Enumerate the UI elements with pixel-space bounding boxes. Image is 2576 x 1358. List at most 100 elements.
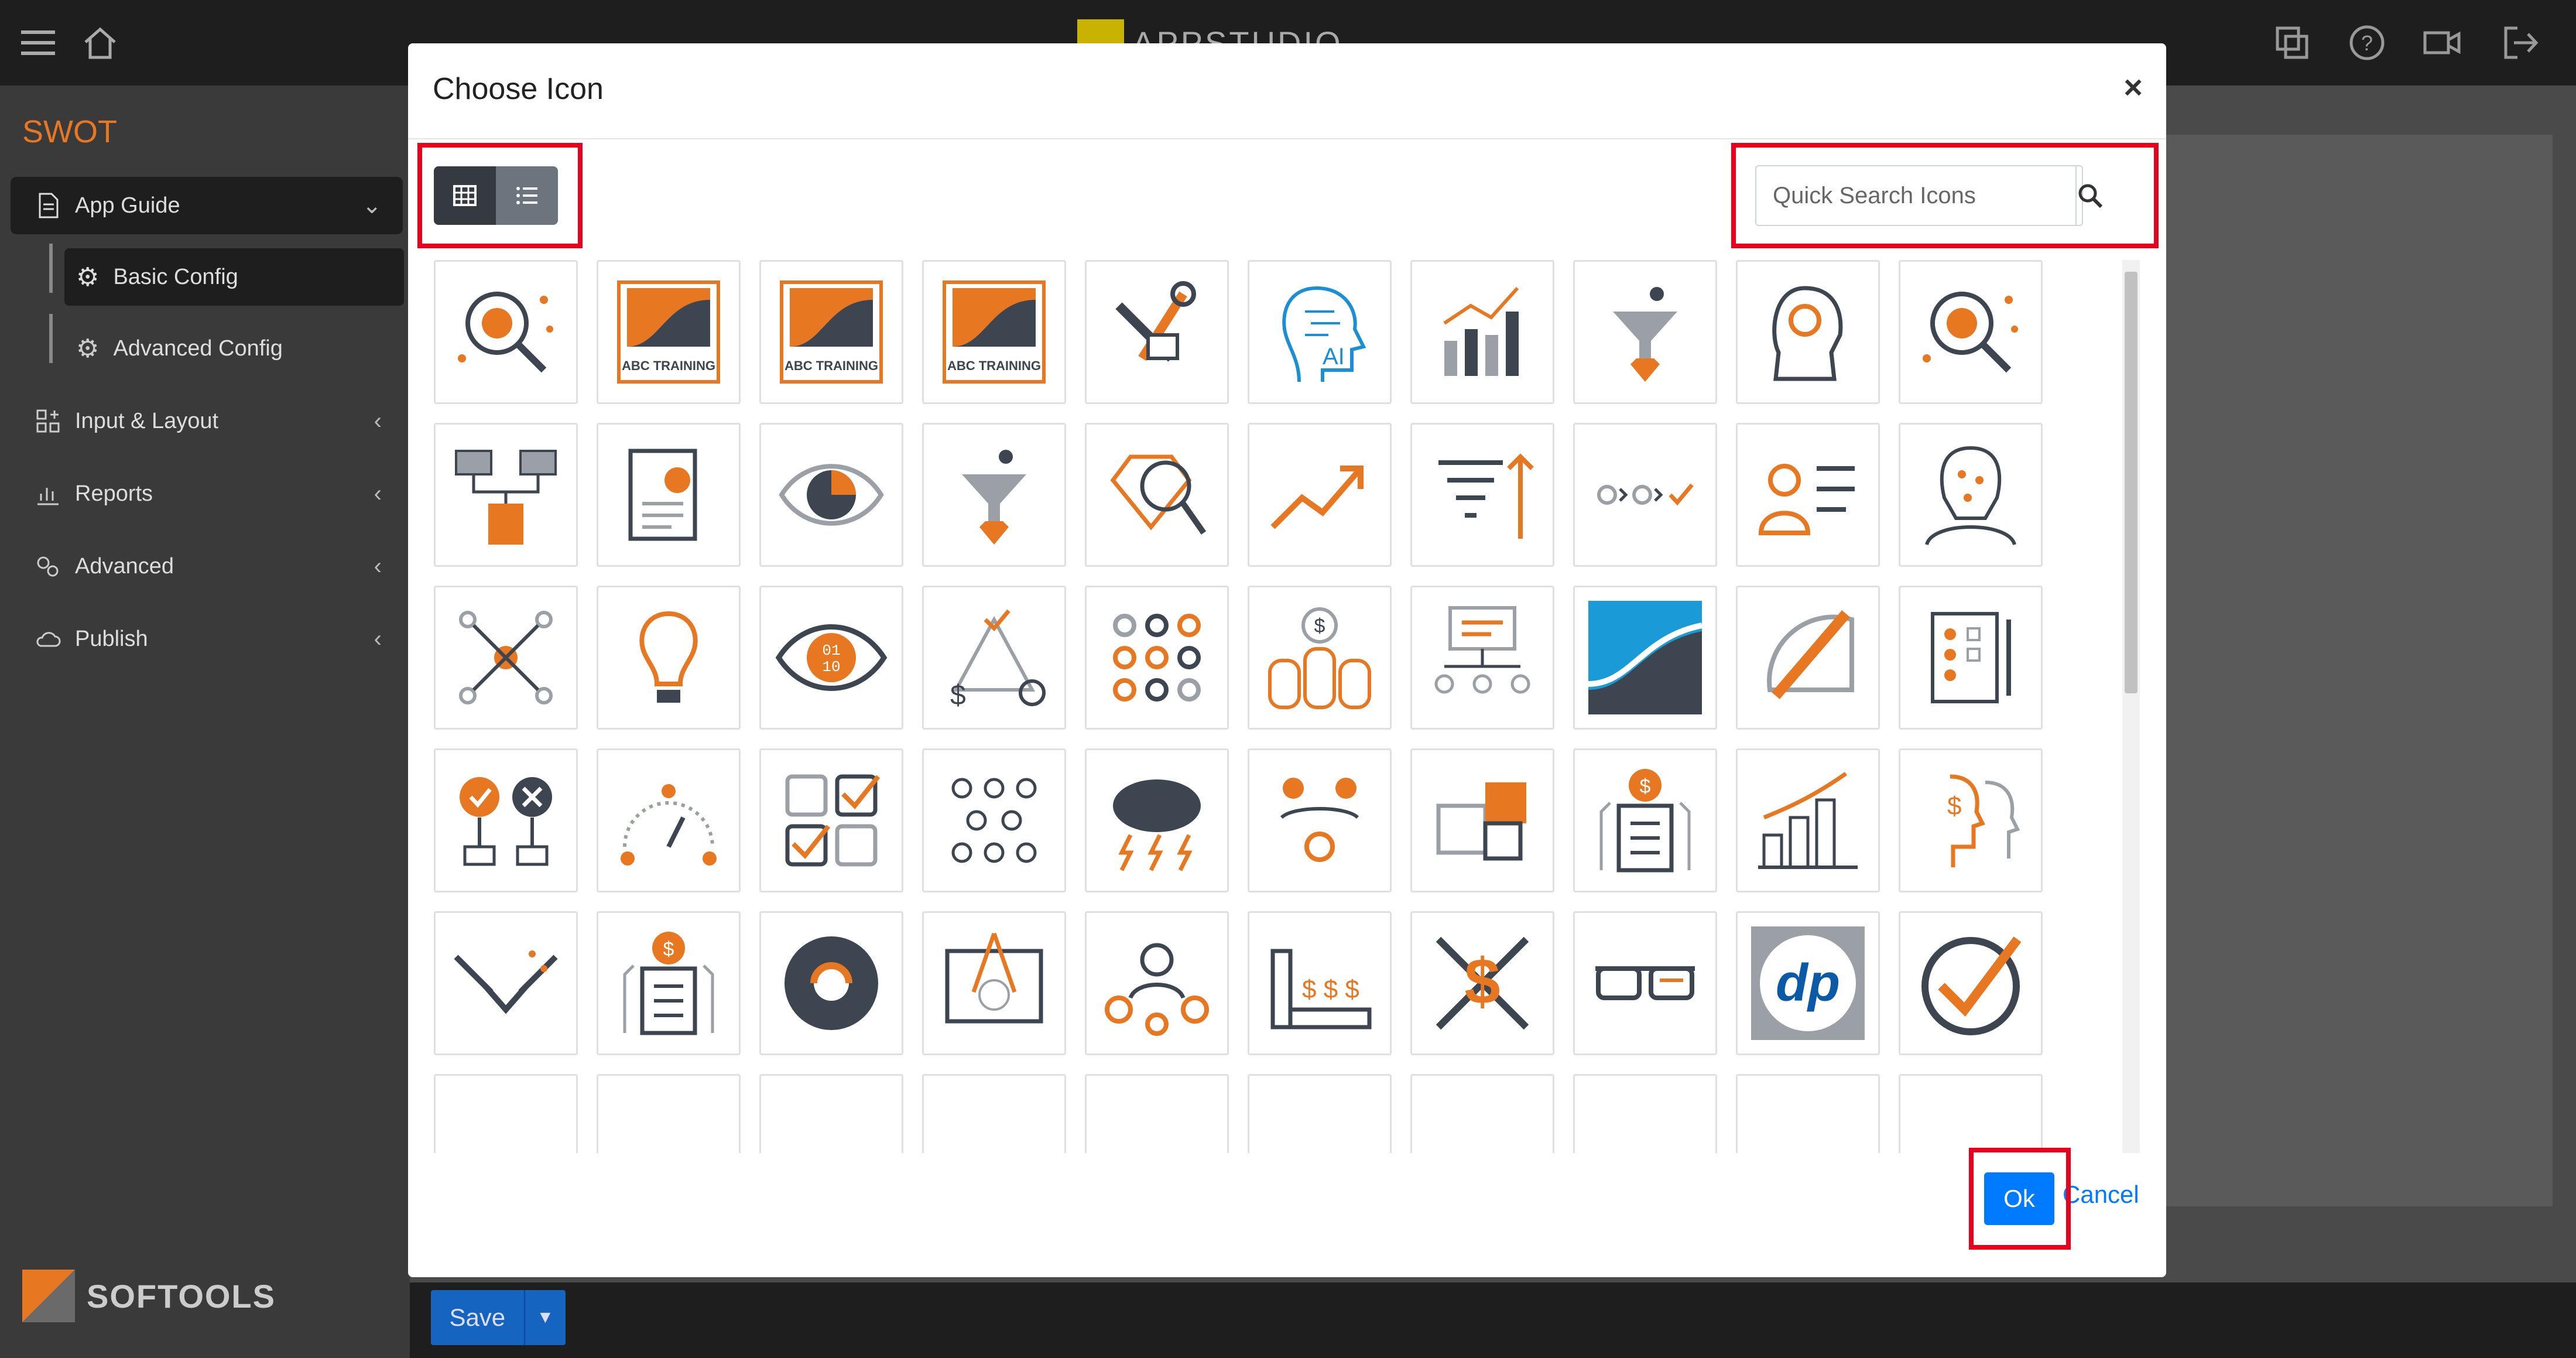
sidebar-item-advanced[interactable]: Advanced ‹ bbox=[11, 538, 403, 595]
icon-tile-satisfaction-gauge-icon[interactable] bbox=[597, 748, 741, 892]
logout-icon[interactable] bbox=[2500, 22, 2541, 63]
icon-tile-partial[interactable] bbox=[1248, 1074, 1392, 1153]
close-icon[interactable]: × bbox=[2123, 68, 2143, 106]
icon-tile-funnel-diamond-icon[interactable] bbox=[1573, 260, 1717, 404]
icon-tile-team-ideas-icon[interactable] bbox=[1248, 748, 1392, 892]
icon-tile-crowd-icon[interactable] bbox=[922, 748, 1066, 892]
icon-tile-dp-logo[interactable]: dp bbox=[1736, 911, 1880, 1055]
sidebar-item-label: Reports bbox=[75, 481, 153, 506]
sidebar-item-input-layout[interactable]: Input & Layout ‹ bbox=[11, 392, 403, 450]
save-dropdown-caret-icon[interactable]: ▼ bbox=[523, 1290, 566, 1345]
icon-tile-partial[interactable] bbox=[1899, 1074, 2043, 1153]
icon-tile-handshake-icon[interactable] bbox=[434, 911, 578, 1055]
icon-tile-abc-training-logo[interactable]: ABC TRAINING bbox=[597, 260, 741, 404]
video-icon[interactable] bbox=[2421, 22, 2462, 63]
icon-tile-smart-glasses-icon[interactable] bbox=[1573, 911, 1717, 1055]
sidebar-item-advanced-config[interactable]: ⚙ Advanced Config bbox=[64, 320, 404, 377]
svg-text:?: ? bbox=[2361, 31, 2373, 55]
icon-tile-checklist-scroll-icon[interactable] bbox=[1899, 586, 2043, 730]
puzzle-icon bbox=[1436, 782, 1526, 861]
network-nodes-icon bbox=[459, 611, 553, 704]
tile-caption: ABC TRAINING bbox=[622, 358, 715, 373]
icon-tile-puzzle-icon[interactable] bbox=[1410, 748, 1554, 892]
icon-tile-aperture-icon[interactable] bbox=[759, 911, 903, 1055]
icon-tile-brain-network-icon[interactable] bbox=[1899, 423, 2043, 567]
growth-chart-icon bbox=[1443, 286, 1519, 376]
scrollbar[interactable] bbox=[2122, 260, 2140, 1153]
icon-tile-filter-sort-icon[interactable] bbox=[1410, 423, 1554, 567]
icon-tile-ai-head-icon[interactable]: AI bbox=[1248, 260, 1392, 404]
icon-tile-trend-up-icon[interactable] bbox=[1248, 423, 1392, 567]
icon-tile-team-gears-icon[interactable] bbox=[1085, 911, 1229, 1055]
filter-sort-icon bbox=[1438, 453, 1534, 539]
home-icon[interactable] bbox=[80, 22, 121, 63]
help-icon[interactable]: ? bbox=[2347, 22, 2387, 63]
icon-tile-checkbox-grid-icon[interactable] bbox=[759, 748, 903, 892]
icon-tile-partial[interactable] bbox=[434, 1074, 578, 1153]
icon-tile-presentation-team-icon[interactable] bbox=[1410, 586, 1554, 730]
icon-tile-partial[interactable] bbox=[1085, 1074, 1229, 1153]
copy-icon[interactable] bbox=[2272, 22, 2313, 63]
icon-tile-partial[interactable] bbox=[1573, 1074, 1717, 1153]
icon-tile-dots-grid-icon[interactable] bbox=[1085, 586, 1229, 730]
icon-tile-user-list-icon[interactable] bbox=[1736, 423, 1880, 567]
icon-tile-dollar-tools-icon[interactable]: $ bbox=[1410, 911, 1554, 1055]
icon-tile-network-nodes-icon[interactable] bbox=[434, 586, 578, 730]
sidebar-item-publish[interactable]: Publish ‹ bbox=[11, 610, 403, 668]
icon-tile-ruler-pencil-icon[interactable] bbox=[1736, 586, 1880, 730]
icon-tile-partial[interactable] bbox=[759, 1074, 903, 1153]
icon-tile-diamond-search-icon[interactable] bbox=[1085, 423, 1229, 567]
icon-tile-growth-chart-icon[interactable] bbox=[1410, 260, 1554, 404]
app-name: SWOT bbox=[22, 114, 117, 149]
icon-tile-partial[interactable] bbox=[922, 1074, 1066, 1153]
icon-tile-analysis-search-icon[interactable] bbox=[1899, 260, 2043, 404]
icon-tile-report-scroll-icon[interactable] bbox=[597, 423, 741, 567]
icon-tile-wave-logo[interactable] bbox=[1573, 586, 1717, 730]
cancel-link[interactable]: Cancel bbox=[2063, 1181, 2139, 1209]
icon-tile-gear-head-icon[interactable] bbox=[1736, 260, 1880, 404]
icon-tile-building-dollar-icon[interactable]: $ bbox=[597, 911, 741, 1055]
icon-tile-storm-brain-icon[interactable] bbox=[1085, 748, 1229, 892]
icon-tile-checkmark-circle-icon[interactable] bbox=[1899, 911, 2043, 1055]
sidebar-item-reports[interactable]: Reports ‹ bbox=[11, 465, 403, 522]
icon-tile-blueprint-icon[interactable] bbox=[922, 911, 1066, 1055]
icon-tile-abc-training-logo[interactable]: ABC TRAINING bbox=[922, 260, 1066, 404]
icon-tile-folder-flow-icon[interactable] bbox=[434, 423, 578, 567]
diamond-search-icon bbox=[1110, 454, 1207, 535]
icon-tile-process-steps-icon[interactable] bbox=[1573, 423, 1717, 567]
icon-tile-building-dollar-icon[interactable]: $ bbox=[1573, 748, 1717, 892]
icon-tile-money-time-triangle-icon[interactable]: $ bbox=[922, 586, 1066, 730]
icon-tile-abc-training-logo[interactable]: ABC TRAINING bbox=[759, 260, 903, 404]
icon-tile-partial[interactable] bbox=[1736, 1074, 1880, 1153]
building-dollar-icon: $ bbox=[623, 932, 714, 1035]
hamburger-menu-icon[interactable] bbox=[18, 22, 59, 63]
gear-icon: ⚙ bbox=[76, 262, 100, 292]
sidebar-item-app-guide[interactable]: App Guide ⌄ bbox=[11, 177, 403, 234]
icon-tile-analysis-search-icon[interactable] bbox=[434, 260, 578, 404]
icon-tile-eye-pie-icon[interactable] bbox=[759, 423, 903, 567]
tile-caption: ABC TRAINING bbox=[947, 358, 1041, 373]
icon-tile-coins-stack-icon[interactable]: $ bbox=[1248, 586, 1392, 730]
icon-tile-lightbulb-icon[interactable] bbox=[597, 586, 741, 730]
abc-training-logo: ABC TRAINING bbox=[617, 281, 720, 384]
smart-glasses-icon bbox=[1595, 966, 1695, 1000]
icon-tile-city-growth-icon[interactable] bbox=[1736, 748, 1880, 892]
sidebar-item-basic-config[interactable]: ⚙ Basic Config bbox=[64, 248, 404, 306]
icon-tile-tools-hand-icon[interactable] bbox=[1085, 260, 1229, 404]
blueprint-icon bbox=[945, 932, 1043, 1024]
sidebar-item-label: Publish bbox=[75, 626, 148, 651]
satisfaction-gauge-icon bbox=[621, 784, 717, 866]
city-growth-icon bbox=[1758, 772, 1858, 869]
save-button[interactable]: Save ▼ bbox=[431, 1290, 566, 1345]
icon-tile-binary-eye-icon[interactable]: 01 10 bbox=[759, 586, 903, 730]
icon-tile-approve-reject-icon[interactable] bbox=[434, 748, 578, 892]
icon-tile-heads-dollar-icon[interactable]: $ bbox=[1899, 748, 2043, 892]
icon-tile-partial[interactable] bbox=[1410, 1074, 1554, 1153]
svg-text:$: $ bbox=[950, 680, 966, 711]
scroll-thumb[interactable] bbox=[2125, 272, 2137, 693]
icon-tile-dollar-conveyor-icon[interactable]: $ $ $ bbox=[1248, 911, 1392, 1055]
icon-tile-funnel-diamond-icon[interactable] bbox=[922, 423, 1066, 567]
checkmark-circle-icon bbox=[1921, 936, 2022, 1035]
highlight-box bbox=[417, 143, 583, 248]
icon-tile-partial[interactable] bbox=[597, 1074, 741, 1153]
